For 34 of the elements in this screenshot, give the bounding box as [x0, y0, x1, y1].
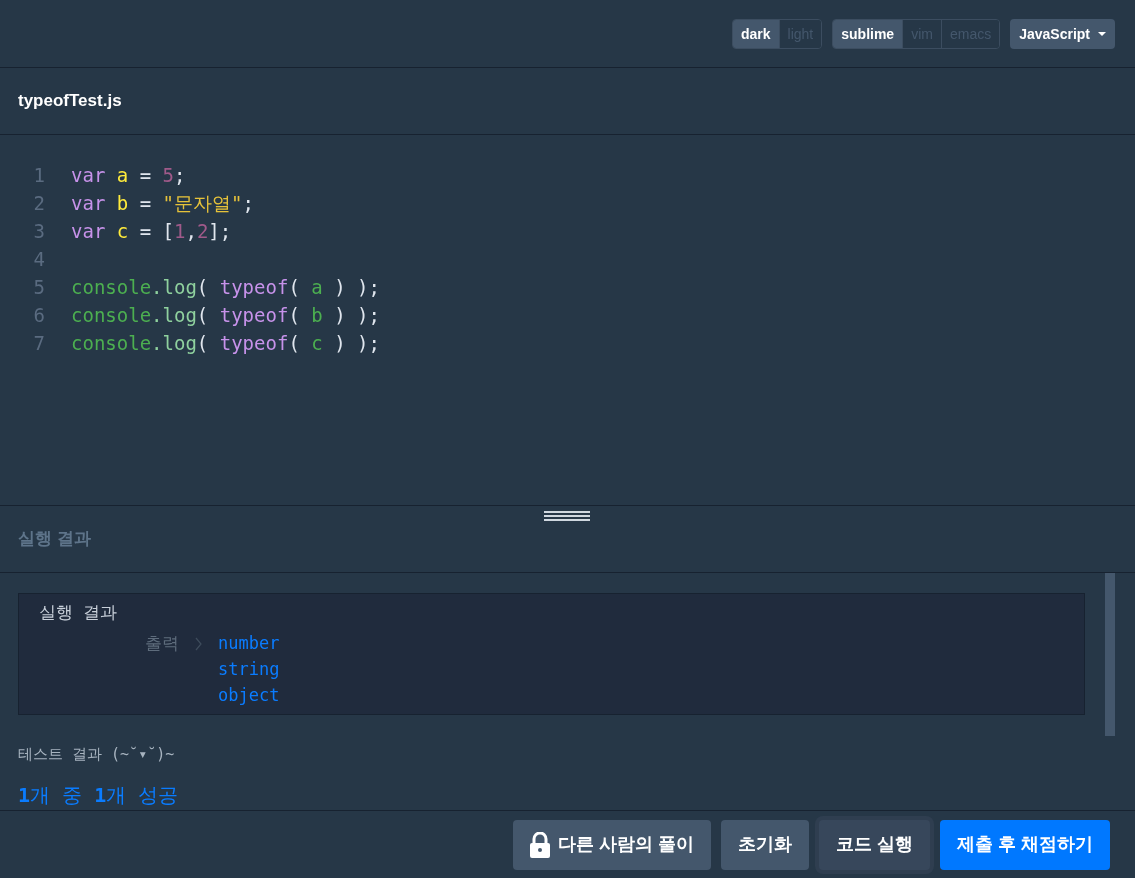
line-number: 6	[32, 303, 45, 328]
output-line: number	[218, 631, 280, 655]
output-label: 출력	[145, 631, 179, 655]
file-name[interactable]: typeofTest.js	[18, 88, 122, 114]
code-line: console.log( typeof( a ) );	[71, 275, 380, 300]
line-number: 2	[32, 191, 45, 216]
chevron-right-icon	[195, 636, 202, 651]
output-line: string	[218, 657, 280, 681]
lock-icon	[529, 831, 550, 858]
code-line: var a = 5;	[71, 163, 186, 188]
line-number: 5	[32, 275, 45, 300]
test-summary: 1개 중 1개 성공	[18, 781, 179, 809]
code-line: console.log( typeof( c ) );	[71, 331, 380, 356]
code-editor[interactable]: 1 var a = 5; 2 var b = "문자열"; 3 var c = [1,2]; 4 5 console.log( typeof( a ) ); 6 console.log( typeof( b ) ); 7 console.log( typeof( c ) );	[0, 135, 1135, 505]
line-number: 1	[32, 163, 45, 188]
line-number: 4	[32, 247, 45, 272]
scrollbar[interactable]	[1105, 573, 1115, 736]
caret-icon	[1098, 31, 1106, 36]
test-result-title: 테스트 결과 (~˘▾˘)~	[18, 744, 175, 765]
line-number: 7	[32, 331, 45, 356]
line-number: 3	[32, 219, 45, 244]
code-line: var c = [1,2];	[71, 219, 232, 244]
output-line: object	[218, 683, 280, 707]
action-button[interactable]: 초기화	[720, 819, 809, 870]
results-header: 실행 결과	[18, 528, 91, 551]
code-line: var b = "문자열";	[71, 191, 254, 216]
action-button[interactable]: 다른 사람의 풀이	[512, 819, 711, 870]
resize-handle-icon[interactable]	[544, 511, 590, 523]
output-title: 실행 결과	[39, 601, 118, 624]
action-button[interactable]: 제출 후 채점하기	[940, 819, 1110, 870]
toggle-option[interactable]: sublime	[833, 19, 903, 48]
language-dropdown[interactable]: JavaScript	[1010, 18, 1115, 49]
code-line: console.log( typeof( b ) );	[71, 303, 380, 328]
toggle-option[interactable]: dark	[733, 19, 779, 48]
